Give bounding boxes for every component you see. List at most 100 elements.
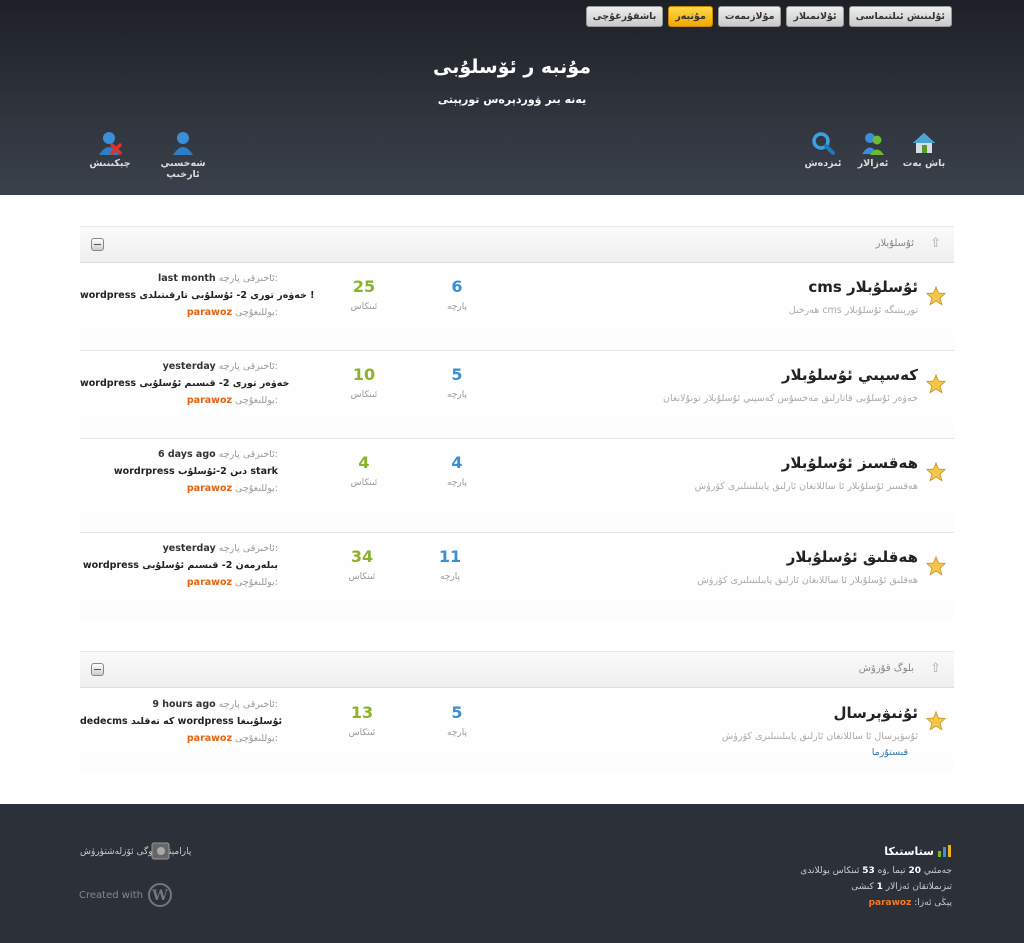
- topics-label: پارچە: [440, 572, 460, 582]
- author-label: يوللىغۇچى:: [235, 733, 278, 744]
- stats-line1-post: ئىنكاس يوللاندى: [800, 866, 860, 876]
- powered-by[interactable]: پارامېتىر بلوگى ئۆزلەشتۈرۈش: [80, 847, 191, 857]
- forum-description: ئۇنىۋېرسال ئا ساللانغان ئارلىق پايىلىنىل…: [721, 731, 918, 742]
- author-label: يوللىغۇچى:: [235, 395, 278, 406]
- stats-members-line: تىزىملاتقان ئەزالار 1 كىشى: [851, 882, 952, 892]
- forum-row: ئۇنىۋېرسال ئۇنىۋېرسال ئا ساللانغان ئارلى…: [80, 688, 954, 774]
- last-post-time: last month: [158, 273, 216, 284]
- arrow-up-icon: ⇧: [930, 236, 941, 251]
- section-title[interactable]: بلوگ قۇرۇش: [859, 663, 914, 674]
- nav-profile[interactable]: شەخسىي ئارخىپ: [146, 131, 220, 180]
- site-footer: پارامېتىر بلوگى ئۆزلەشتۈرۈش Created with…: [0, 804, 1024, 943]
- last-post-title[interactable]: wordpress خەۋەر تورى 2- قىسىم ئۇسلۇبى: [80, 375, 289, 392]
- stats-line2-post: كىشى: [851, 882, 874, 892]
- top-navigation: باشقۇرغۇچى مۇنبەر مۇلازىمەت ئۇلانمىلار ئ…: [585, 6, 952, 27]
- star-icon: [926, 462, 946, 482]
- posts-label: ئىنكاس: [350, 478, 378, 488]
- newest-member[interactable]: parawoz: [869, 898, 912, 908]
- collapse-toggle[interactable]: [91, 663, 104, 676]
- forum-description: خەۋەر ئۇسلۇبى قاتارلىق مەخسۇس كەسپىي ئۇس…: [663, 393, 918, 404]
- posts-stat: 10 ئىنكاس: [334, 365, 394, 400]
- posts-count: 10: [352, 365, 376, 384]
- posts-label: ئىنكاس: [350, 390, 378, 400]
- nav-logout[interactable]: چېكىنىش: [88, 131, 132, 169]
- star-icon: [926, 711, 946, 731]
- last-post-title[interactable]: dedecms كە تەقلىد wordpress ئۇسلۇبىغا: [80, 713, 282, 730]
- last-post-user[interactable]: parawoz: [187, 483, 232, 494]
- members-icon: [862, 133, 884, 155]
- posts-stat: 4 ئىنكاس: [334, 453, 394, 488]
- star-icon: [926, 286, 946, 306]
- created-with: Created with: [79, 890, 143, 901]
- topics-stat: 11 پارچە: [420, 547, 480, 582]
- posts-count: 4: [358, 453, 370, 472]
- forum-title[interactable]: cms ئۇسلۇبلار: [808, 278, 918, 296]
- stats-line2-pre: تىزىملاتقان ئەزالار: [885, 882, 952, 892]
- section-header-styles: ئۇسلۇبلار ⇧: [80, 226, 954, 263]
- last-post-user[interactable]: parawoz: [187, 577, 232, 588]
- last-post-label: ئاخىرقى پارچە:: [218, 361, 278, 372]
- topnav-links[interactable]: ئۇلانمىلار: [786, 6, 844, 27]
- last-post-user[interactable]: parawoz: [187, 307, 232, 318]
- site-header: باشقۇرغۇچى مۇنبەر مۇلازىمەت ئۇلانمىلار ئ…: [0, 0, 1024, 195]
- nav-search-label: ئىزدەش: [804, 158, 842, 169]
- forum-title[interactable]: كەسپىي ئۇسلۇبلار: [782, 366, 918, 384]
- posts-label: ئىنكاس: [348, 572, 376, 582]
- site-title[interactable]: مۇنبە ر ئۆسلۇبى: [0, 56, 1024, 78]
- topics-label: پارچە: [447, 390, 467, 400]
- forum-description: ھەقلىق ئۇسلۇبلار ئا ساللانغان ئارلىق پاي…: [697, 575, 918, 586]
- last-post-label: ئاخىرقى پارچە:: [218, 449, 278, 460]
- last-post-time: yesterday: [162, 361, 216, 372]
- last-post-user[interactable]: parawoz: [187, 733, 232, 744]
- topics-count: 5: [451, 703, 463, 722]
- nav-profile-label: شەخسىي ئارخىپ: [160, 158, 206, 180]
- nav-members-label: ئەزالار: [857, 158, 889, 169]
- topics-count: 4: [451, 453, 463, 472]
- last-post-user[interactable]: parawoz: [187, 395, 232, 406]
- last-post-time: 9 hours ago: [152, 699, 216, 710]
- posts-stat: 34 ئىنكاس: [332, 547, 392, 582]
- last-post-label: ئاخىرقى پارچە:: [218, 543, 278, 554]
- powered-by-text: پارامېتىر بلوگى ئۆزلەشتۈرۈش: [80, 847, 192, 857]
- posts-count: 34: [350, 547, 374, 566]
- posts-stat: 25 ئىنكاس: [334, 277, 394, 312]
- forum-row: ھەقسىز ئۇسلۇبلار ھەقسىز ئۇسلۇبلار ئا سال…: [80, 439, 954, 533]
- forum-row: ھەقلىق ئۇسلۇبلار ھەقلىق ئۇسلۇبلار ئا سال…: [80, 533, 954, 621]
- theme-logo-icon: [151, 842, 170, 860]
- topics-count: 11: [438, 547, 462, 566]
- topics-stat: 4 پارچە: [427, 453, 487, 488]
- posts-count: 25: [352, 277, 376, 296]
- topnav-forum[interactable]: مۇنبەر: [668, 6, 713, 27]
- newest-member-label: يېڭى ئەزا:: [914, 898, 952, 908]
- topnav-link-request[interactable]: ئۇلىنىش ئىلتىماسى: [848, 6, 952, 27]
- collapse-toggle[interactable]: [91, 238, 104, 251]
- members-total: 1: [876, 882, 883, 892]
- last-post: 9 hours ago ئاخىرقى پارچە: dedecms كە تە…: [80, 696, 282, 747]
- posts-stat: 13 ئىنكاس: [332, 703, 392, 738]
- section-title[interactable]: ئۇسلۇبلار: [876, 238, 914, 249]
- topnav-services[interactable]: مۇلازىمەت: [717, 6, 782, 27]
- subforum-link[interactable]: قىستۇرما: [872, 747, 908, 758]
- forum-title[interactable]: ھەقلىق ئۇسلۇبلار: [787, 548, 918, 566]
- forum-title[interactable]: ھەقسىز ئۇسلۇبلار: [782, 454, 918, 472]
- last-post-time: 6 days ago: [157, 449, 216, 460]
- forum-description: ھەقسىز ئۇسلۇبلار ئا ساللانغان ئارلىق پاي…: [694, 481, 918, 492]
- topnav-admin[interactable]: باشقۇرغۇچى: [585, 6, 664, 27]
- topics-label: پارچە: [447, 302, 467, 312]
- last-post-title[interactable]: wordrpress دىن 2-ئۇسلۇب stark: [80, 463, 278, 480]
- last-post-time: yesterday: [162, 543, 216, 554]
- posts-label: ئىنكاس: [350, 302, 378, 312]
- stats-line1-pre: جەمئىي: [923, 866, 952, 876]
- site-tagline: يەنە بىر ۋوردپرەس تورپېتى: [437, 93, 587, 106]
- stats-posts-line: جەمئىي 20 تېما ,ۋە 53 ئىنكاس يوللاندى: [800, 866, 952, 876]
- forum-title[interactable]: ئۇنىۋېرسال: [833, 704, 918, 722]
- stats-chart-icon: [938, 845, 951, 857]
- stats-title: ستاستىكا: [884, 845, 934, 858]
- nav-home[interactable]: باش بەت: [900, 131, 948, 169]
- nav-search[interactable]: ئىزدەش: [802, 131, 844, 169]
- wordpress-icon[interactable]: W: [148, 883, 172, 907]
- last-post-title[interactable]: wordpress بىلەرمەن 2- قىسىم ئۇسلۇبى: [80, 557, 278, 574]
- last-post-title[interactable]: wordpress خەۋەر تورى 2- ئۇسلۇبى تارقىتىل…: [80, 287, 314, 304]
- nav-home-label: باش بەت: [902, 158, 946, 169]
- nav-members[interactable]: ئەزالار: [852, 131, 894, 169]
